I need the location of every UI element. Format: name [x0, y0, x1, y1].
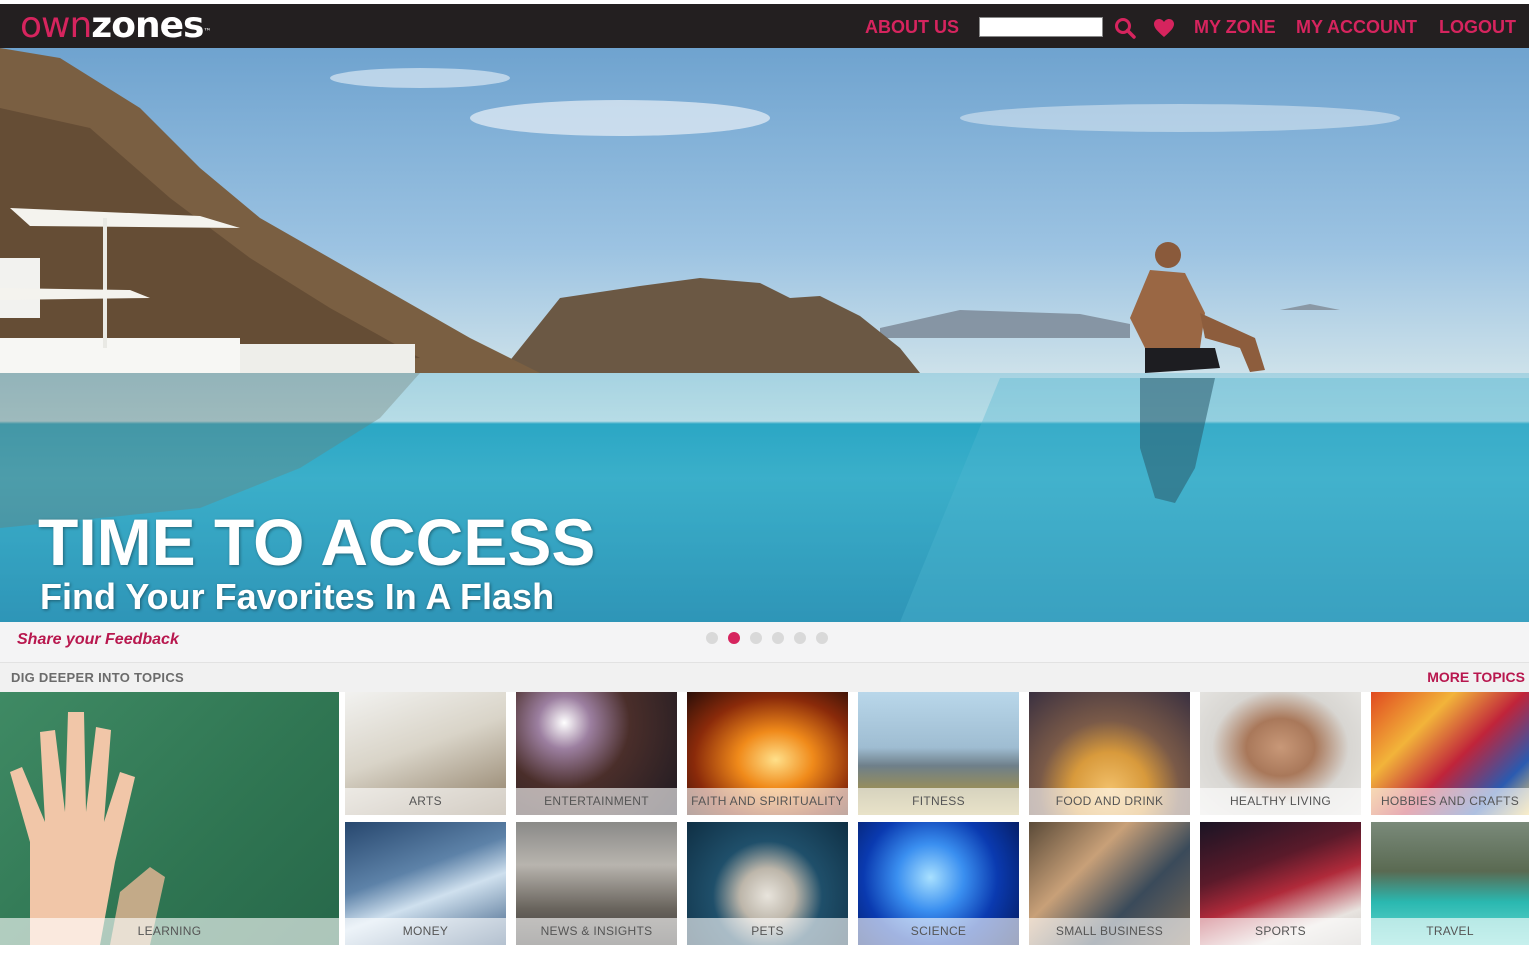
topic-tile-science[interactable]: SCIENCE — [858, 822, 1019, 945]
carousel-dot-5[interactable] — [794, 632, 806, 644]
nav-logout[interactable]: LOGOUT — [1439, 17, 1516, 37]
topic-label-travel: TRAVEL — [1371, 918, 1529, 945]
topic-label-learning: LEARNING — [0, 918, 339, 945]
logo-trademark: ™ — [203, 27, 211, 36]
search-icon[interactable] — [1113, 16, 1137, 40]
topic-label-healthy-living: HEALTHY LIVING — [1200, 788, 1361, 815]
topic-tile-fitness[interactable]: FITNESS — [858, 692, 1019, 815]
carousel-dot-2[interactable] — [728, 632, 740, 644]
topic-tile-small-business[interactable]: SMALL BUSINESS — [1029, 822, 1190, 945]
hero-subtitle: Find Your Favorites In A Flash — [40, 576, 555, 617]
ownzones-logo[interactable]: ownzones™ — [20, 5, 211, 46]
hero-title: TIME TO ACCESS — [38, 505, 596, 579]
topic-label-faith: FAITH AND SPIRITUALITY — [687, 788, 848, 815]
nav-about-us[interactable]: ABOUT US — [865, 17, 959, 37]
topic-label-hobbies-crafts: HOBBIES AND CRAFTS — [1371, 788, 1529, 815]
topic-label-pets: PETS — [687, 918, 848, 945]
raised-hand-image — [10, 712, 165, 945]
carousel-dot-3[interactable] — [750, 632, 762, 644]
topic-tile-sports[interactable]: SPORTS — [1200, 822, 1361, 945]
heart-icon[interactable] — [1152, 16, 1176, 40]
carousel-dot-1[interactable] — [706, 632, 718, 644]
logo-zones: zones — [91, 5, 204, 46]
topic-tile-entertainment[interactable]: ENTERTAINMENT — [516, 692, 677, 815]
topic-tile-travel[interactable]: TRAVEL — [1371, 822, 1529, 945]
topic-tile-news-insights[interactable]: NEWS & INSIGHTS — [516, 822, 677, 945]
topic-tile-hobbies-crafts[interactable]: HOBBIES AND CRAFTS — [1371, 692, 1529, 815]
share-feedback-link[interactable]: Share your Feedback — [17, 631, 179, 649]
feedback-bar: Share your Feedback — [0, 622, 1529, 663]
topic-label-news-insights: NEWS & INSIGHTS — [516, 918, 677, 945]
topic-tile-healthy-living[interactable]: HEALTHY LIVING — [1200, 692, 1361, 815]
topic-label-food-drink: FOOD AND DRINK — [1029, 788, 1190, 815]
topic-tile-faith[interactable]: FAITH AND SPIRITUALITY — [687, 692, 848, 815]
more-topics-link[interactable]: MORE TOPICS — [1427, 669, 1525, 685]
topic-tile-arts[interactable]: ARTS — [345, 692, 506, 815]
topic-tile-pets[interactable]: PETS — [687, 822, 848, 945]
topics-bar: DIG DEEPER INTO TOPICS MORE TOPICS — [0, 663, 1529, 692]
carousel-dot-6[interactable] — [816, 632, 828, 644]
nav-my-account[interactable]: MY ACCOUNT — [1296, 17, 1417, 37]
topic-label-science: SCIENCE — [858, 918, 1019, 945]
site-header: ownzones™ ABOUT US MY ZONE MY ACCOUNT LO… — [0, 4, 1529, 48]
hero-banner[interactable]: TIME TO ACCESS Find Your Favorites In A … — [0, 48, 1529, 622]
topic-tile-learning[interactable]: LEARNING — [0, 692, 339, 945]
logo-own: own — [20, 5, 92, 46]
topic-label-small-business: SMALL BUSINESS — [1029, 918, 1190, 945]
topic-tile-money[interactable]: MONEY — [345, 822, 506, 945]
search-input[interactable] — [979, 17, 1103, 37]
topics-heading: DIG DEEPER INTO TOPICS — [11, 670, 184, 685]
topic-label-entertainment: ENTERTAINMENT — [516, 788, 677, 815]
topic-label-arts: ARTS — [345, 788, 506, 815]
topic-label-fitness: FITNESS — [858, 788, 1019, 815]
carousel-dot-4[interactable] — [772, 632, 784, 644]
topic-tile-food-drink[interactable]: FOOD AND DRINK — [1029, 692, 1190, 815]
topic-label-money: MONEY — [345, 918, 506, 945]
topic-label-sports: SPORTS — [1200, 918, 1361, 945]
nav-my-zone[interactable]: MY ZONE — [1194, 17, 1276, 37]
